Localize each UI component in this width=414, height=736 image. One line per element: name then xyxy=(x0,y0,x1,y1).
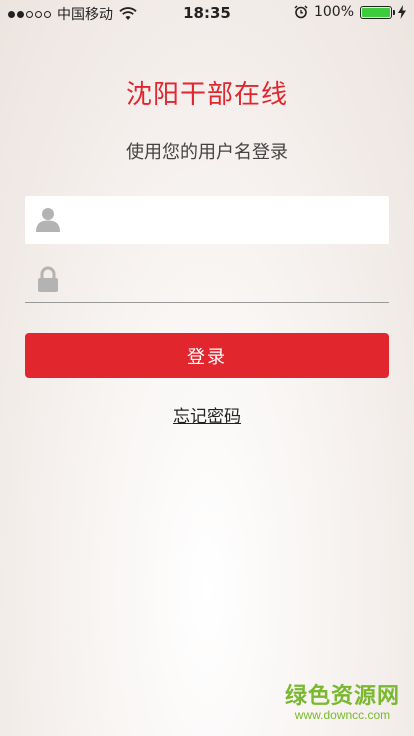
watermark: 绿色资源网 www.downcc.com xyxy=(285,678,400,722)
username-input[interactable] xyxy=(75,196,381,246)
battery-fill xyxy=(362,7,390,17)
login-button[interactable]: 登录 xyxy=(25,333,389,378)
charging-icon xyxy=(398,5,406,19)
password-input[interactable] xyxy=(75,256,381,304)
forgot-password-link[interactable]: 忘记密码 xyxy=(0,402,414,427)
password-field[interactable] xyxy=(25,256,389,304)
watermark-text: 绿色资源网 xyxy=(284,684,400,709)
status-bar: 中国移动 18:35 100% xyxy=(0,0,414,26)
username-field[interactable] xyxy=(25,196,389,246)
battery-icon xyxy=(360,5,395,19)
login-subtitle: 使用您的用户名登录 xyxy=(126,142,288,163)
user-icon xyxy=(36,208,60,232)
watermark-url: www.downcc.com xyxy=(294,708,391,722)
lock-icon xyxy=(38,266,58,292)
app-title: 沈阳干部在线 xyxy=(125,80,288,110)
status-right: 100% xyxy=(294,4,406,20)
battery-percent: 100% xyxy=(313,4,354,20)
alarm-icon xyxy=(294,5,308,19)
